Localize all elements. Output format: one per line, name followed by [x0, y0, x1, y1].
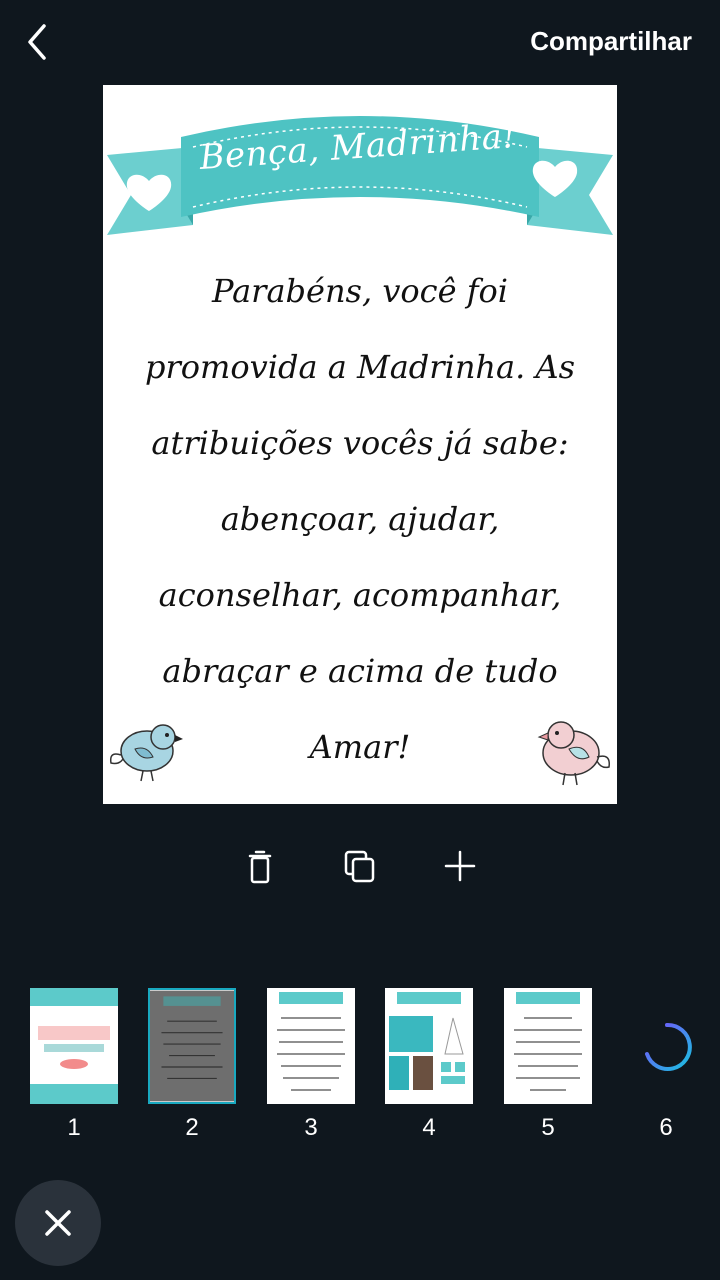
thumbnail-cover-illustration: [30, 988, 118, 1104]
delete-page-button[interactable]: [238, 844, 282, 888]
page-thumbnail-1[interactable]: [30, 988, 118, 1104]
page-thumbnails: 1 2 3 4 5 6: [0, 988, 720, 1148]
page-thumbnail-4[interactable]: [385, 988, 473, 1104]
thumbnail-text-page: [267, 988, 355, 1104]
share-button[interactable]: Compartilhar: [530, 26, 692, 57]
thumbnail-number: 6: [659, 1114, 673, 1141]
add-page-button[interactable]: [438, 844, 482, 888]
copy-icon: [344, 850, 375, 883]
top-bar: Compartilhar: [0, 0, 720, 86]
thumbnail-text-page: [150, 990, 234, 1102]
thumbnail-text-page: [504, 988, 592, 1104]
duplicate-page-button[interactable]: [338, 844, 382, 888]
thumbnail-number: 1: [67, 1114, 81, 1141]
back-button[interactable]: [20, 22, 60, 62]
page-thumbnail-5[interactable]: [504, 988, 592, 1104]
blue-bird-illustration: [109, 724, 183, 782]
close-icon: [45, 1210, 71, 1236]
plus-icon: [444, 850, 476, 882]
chevron-left-icon: [28, 24, 46, 60]
page-tools: [0, 838, 720, 898]
page-thumbnail-2[interactable]: [148, 988, 236, 1104]
page-thumbnail-3[interactable]: [267, 988, 355, 1104]
thumbnail-photo-page: [385, 988, 473, 1104]
page-body-text: Parabéns, você foi promovida a Madrinha.…: [145, 272, 575, 766]
trash-icon: [248, 850, 272, 884]
thumbnail-number: 3: [304, 1114, 318, 1141]
page-preview[interactable]: Bença, Madrinha! Parabéns, você foi prom…: [103, 85, 617, 804]
thumbnail-number: 5: [541, 1114, 555, 1141]
pink-bird-illustration: [537, 721, 610, 786]
close-button[interactable]: [15, 1180, 101, 1266]
thumbnail-number: 2: [185, 1114, 199, 1141]
spinner-icon: [645, 1022, 692, 1071]
thumbnail-number: 4: [422, 1114, 436, 1141]
